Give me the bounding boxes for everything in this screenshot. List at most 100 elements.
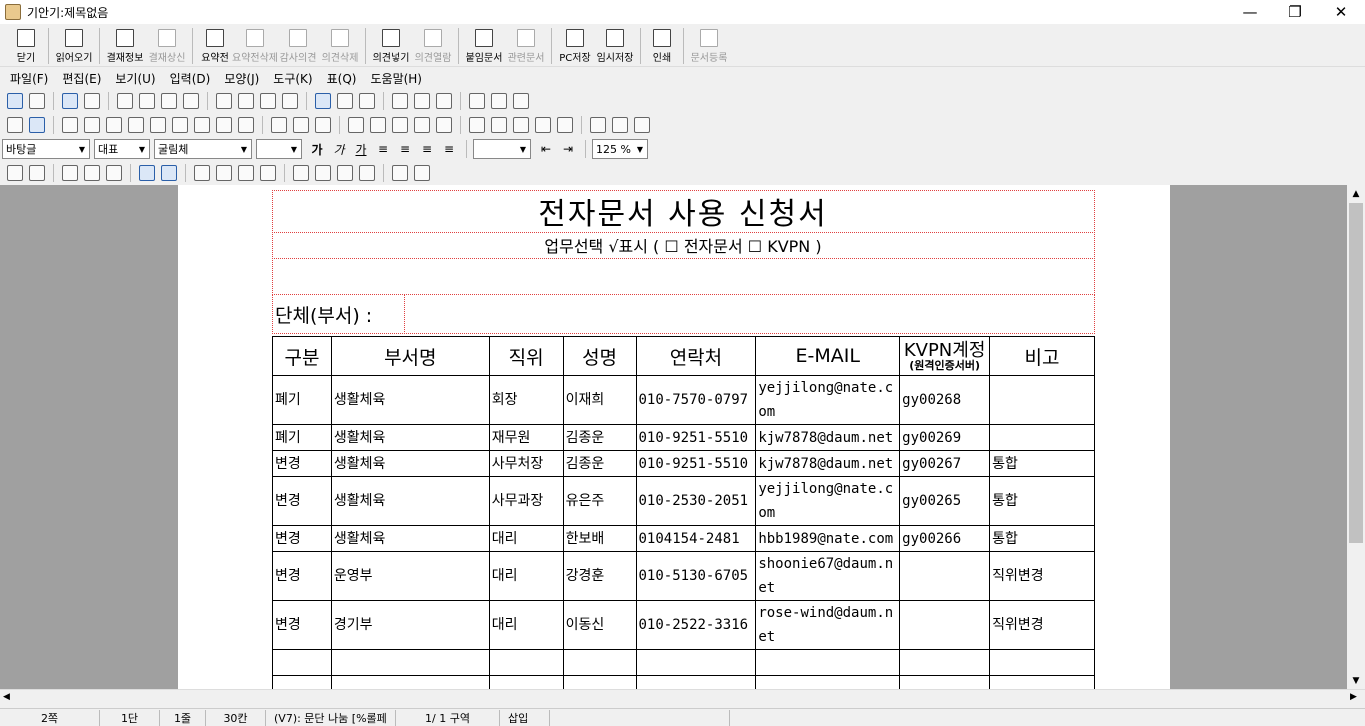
copy-icon[interactable] bbox=[139, 93, 155, 109]
align-left-icon[interactable]: ≡ bbox=[395, 140, 415, 158]
open-button[interactable]: 읽어오기 bbox=[53, 25, 95, 65]
shadow-icon[interactable] bbox=[436, 117, 452, 133]
indent-increase-icon[interactable]: ⇥ bbox=[558, 140, 578, 158]
audit-opinion-button[interactable]: 감사의견 bbox=[277, 25, 319, 65]
header-category[interactable]: 구분 bbox=[272, 336, 332, 376]
bookmark-icon[interactable] bbox=[436, 93, 452, 109]
cell-remarks[interactable]: 통합 bbox=[989, 450, 1095, 477]
cell-position[interactable]: 대리 bbox=[488, 551, 564, 601]
document-subtitle[interactable]: 업무선택 √표시 ( ☐ 전자문서 ☐ KVPN ) bbox=[272, 232, 1094, 258]
cell-name[interactable]: 김종운 bbox=[562, 424, 637, 451]
rotate-icon[interactable] bbox=[469, 117, 485, 133]
related-doc-button[interactable]: 관련문서 bbox=[505, 25, 547, 65]
find-replace-icon[interactable] bbox=[337, 93, 353, 109]
cell-kvpn[interactable]: gy00267 bbox=[899, 450, 991, 477]
scroll-left-icon[interactable]: ◀ bbox=[3, 692, 10, 702]
cell-category[interactable]: 폐기 bbox=[272, 424, 332, 451]
vertical-scrollbar[interactable]: ▲ ▼ bbox=[1347, 185, 1365, 689]
undo-icon[interactable] bbox=[62, 93, 78, 109]
cell-email[interactable] bbox=[755, 649, 901, 676]
cell-name[interactable]: 이동신 bbox=[562, 600, 637, 650]
cell-department[interactable]: 생활체육 bbox=[330, 525, 490, 552]
cell-name[interactable]: 이재희 bbox=[562, 375, 637, 425]
field-edit-icon[interactable] bbox=[29, 165, 45, 181]
char-shape-icon[interactable] bbox=[216, 93, 232, 109]
cell-name[interactable]: 강경훈 bbox=[562, 551, 637, 601]
language-select[interactable]: 대표 ▼ bbox=[94, 139, 150, 159]
scroll-thumb[interactable] bbox=[1349, 203, 1363, 543]
page-view-icon[interactable] bbox=[7, 93, 23, 109]
para-shape-icon[interactable] bbox=[238, 93, 254, 109]
scroll-down-icon[interactable]: ▼ bbox=[1347, 672, 1365, 689]
cell-remarks[interactable]: 직위변경 bbox=[989, 551, 1095, 601]
header-phone[interactable]: 연락처 bbox=[635, 336, 757, 376]
cell-kvpn[interactable] bbox=[899, 675, 991, 689]
menu-edit[interactable]: 편집(E) bbox=[62, 70, 101, 87]
cell-remarks[interactable] bbox=[989, 649, 1095, 676]
form-object-icon[interactable] bbox=[238, 117, 254, 133]
cell-email[interactable]: shoonie67@daum.net bbox=[755, 551, 901, 601]
cell-email[interactable] bbox=[755, 675, 901, 689]
cell-name[interactable]: 한보배 bbox=[562, 525, 637, 552]
style-icon[interactable] bbox=[260, 93, 276, 109]
status-insert-mode[interactable]: 삽입 bbox=[500, 709, 550, 726]
menu-table[interactable]: 표(Q) bbox=[327, 70, 357, 87]
menu-help[interactable]: 도움말(H) bbox=[370, 70, 422, 87]
cell-fill-icon[interactable] bbox=[359, 165, 375, 181]
cell-name[interactable] bbox=[562, 649, 637, 676]
scroll-up-icon[interactable]: ▲ bbox=[1347, 185, 1365, 202]
header-kvpn[interactable]: KVPN계정 (원격인증서버) bbox=[899, 336, 991, 376]
align-object-icon[interactable] bbox=[590, 117, 606, 133]
cell-remarks[interactable]: 통합 bbox=[989, 476, 1095, 526]
flip-horizontal-icon[interactable] bbox=[513, 117, 529, 133]
cell-position[interactable]: 재무원 bbox=[488, 424, 564, 451]
redo-icon[interactable] bbox=[84, 93, 100, 109]
fill-icon[interactable] bbox=[392, 117, 408, 133]
header-name[interactable]: 성명 bbox=[562, 336, 637, 376]
cell-kvpn[interactable] bbox=[899, 600, 991, 650]
cell-position[interactable]: 사무처장 bbox=[488, 450, 564, 477]
columns-icon[interactable] bbox=[282, 93, 298, 109]
cell-phone[interactable]: 010-2522-3316 bbox=[635, 600, 757, 650]
connector-icon[interactable] bbox=[612, 117, 628, 133]
print-preview-icon[interactable] bbox=[29, 93, 45, 109]
ungroup-icon[interactable] bbox=[315, 117, 331, 133]
header-department[interactable]: 부서명 bbox=[330, 336, 490, 376]
memo-icon[interactable] bbox=[359, 93, 375, 109]
italic-button[interactable]: 가 bbox=[329, 140, 349, 158]
object-select-icon[interactable] bbox=[7, 117, 23, 133]
insert-table-icon[interactable] bbox=[491, 93, 507, 109]
approval-info-button[interactable]: 결재정보 bbox=[104, 25, 146, 65]
menu-tools[interactable]: 도구(K) bbox=[273, 70, 312, 87]
normal-layout-icon[interactable] bbox=[161, 165, 177, 181]
cell-kvpn[interactable]: gy00265 bbox=[899, 476, 991, 526]
delete-column-icon[interactable] bbox=[260, 165, 276, 181]
cell-category[interactable]: 변경 bbox=[272, 476, 332, 526]
cell-phone[interactable]: 010-2530-2051 bbox=[635, 476, 757, 526]
cell-category[interactable]: 변경 bbox=[272, 600, 332, 650]
document-title[interactable]: 전자문서 사용 신청서 bbox=[272, 190, 1094, 232]
menu-file[interactable]: 파일(F) bbox=[10, 70, 48, 87]
curve-icon[interactable] bbox=[172, 117, 188, 133]
cell-kvpn[interactable]: gy00269 bbox=[899, 424, 991, 451]
rectangle-icon[interactable] bbox=[84, 117, 100, 133]
text-box-icon[interactable] bbox=[216, 117, 232, 133]
cell-phone[interactable]: 010-7570-0797 bbox=[635, 375, 757, 425]
align-justify-icon[interactable]: ≡ bbox=[373, 140, 393, 158]
line-icon[interactable] bbox=[62, 117, 78, 133]
style-select[interactable]: 바탕글 ▼ bbox=[2, 139, 90, 159]
opinion-insert-button[interactable]: 의견넣기 bbox=[370, 25, 412, 65]
cell-remarks[interactable]: 직위변경 bbox=[989, 600, 1095, 650]
underline-button[interactable]: 가 bbox=[351, 140, 371, 158]
menu-format[interactable]: 모양(J) bbox=[224, 70, 259, 87]
insert-column-icon[interactable] bbox=[216, 165, 232, 181]
cell-name[interactable]: 유은주 bbox=[562, 476, 637, 526]
cell-department[interactable] bbox=[330, 649, 490, 676]
cell-department[interactable] bbox=[330, 675, 490, 689]
arc-icon[interactable] bbox=[128, 117, 144, 133]
send-back-icon[interactable] bbox=[370, 117, 386, 133]
cell-phone[interactable]: 010-5130-6705 bbox=[635, 551, 757, 601]
ellipse-icon[interactable] bbox=[106, 117, 122, 133]
line-spacing-select[interactable]: ▼ bbox=[473, 139, 531, 159]
cell-phone[interactable] bbox=[635, 675, 757, 689]
